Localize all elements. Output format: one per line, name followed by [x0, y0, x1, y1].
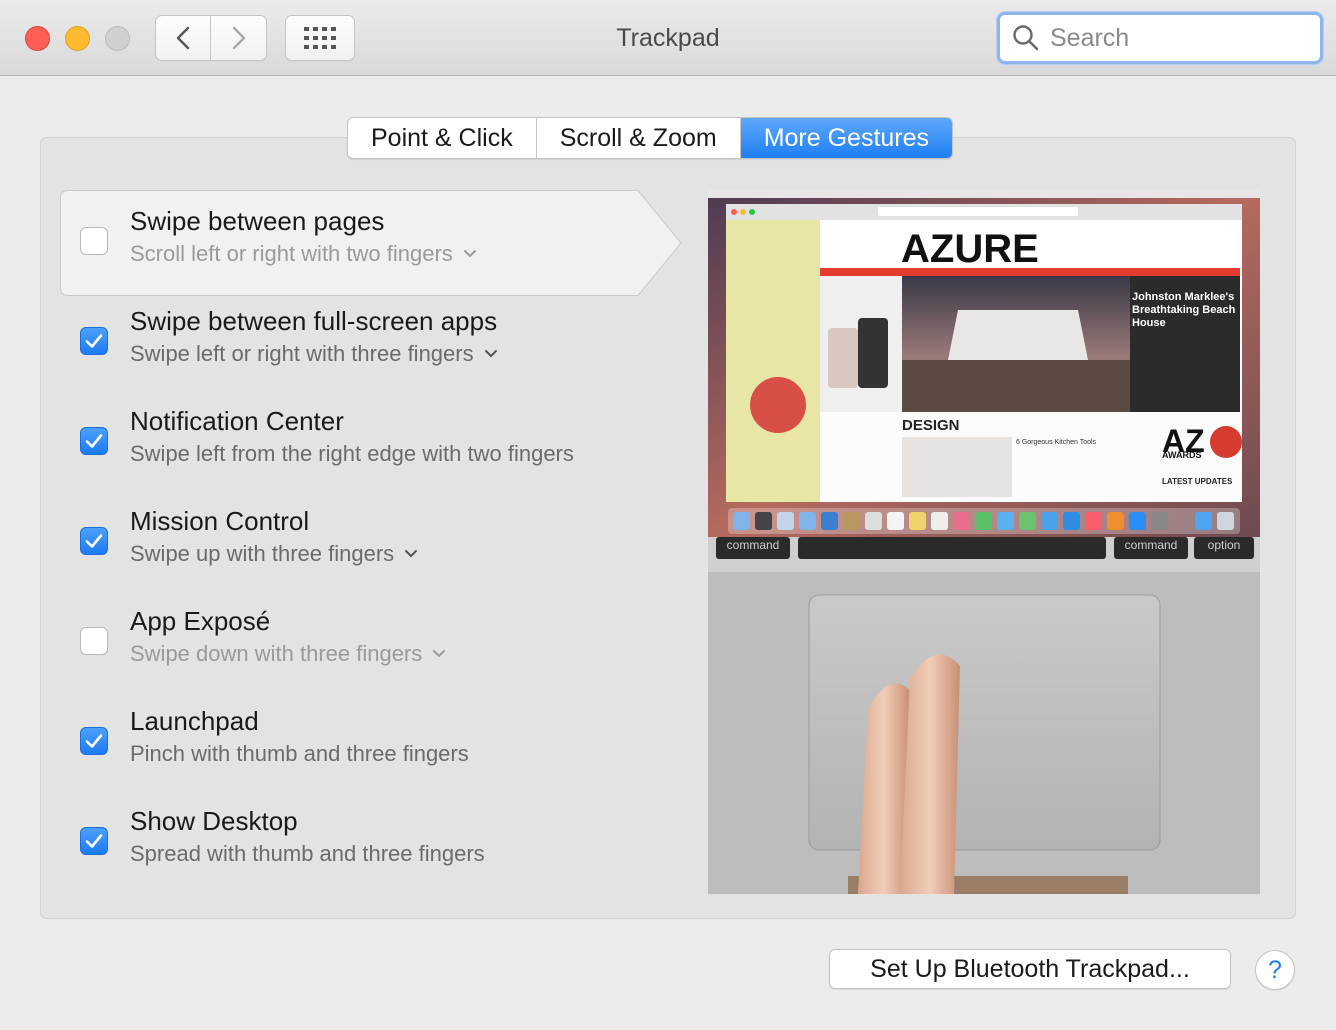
search-field[interactable] [997, 12, 1323, 64]
tab-bar: Point & Click Scroll & Zoom More Gesture… [347, 117, 954, 159]
gesture-title: Show Desktop [130, 806, 298, 836]
checkbox[interactable] [80, 827, 108, 855]
tab-scroll-zoom[interactable]: Scroll & Zoom [536, 118, 741, 158]
command-key-left-label: command [727, 538, 780, 552]
help-button[interactable]: ? [1255, 950, 1295, 990]
checkmark-icon [85, 534, 103, 548]
site-logo: AZURE [901, 227, 1039, 271]
gesture-subtitle: Swipe up with three fingers [130, 541, 395, 566]
latest-updates: LATEST UPDATES [1162, 477, 1233, 486]
gesture-option-menu[interactable]: Swipe up with three fingers [130, 541, 418, 567]
checkbox[interactable] [80, 427, 108, 455]
left-page-image [726, 220, 820, 502]
checkbox[interactable] [80, 227, 108, 255]
trackpad [808, 594, 1161, 851]
gesture-swipe-between-pages[interactable]: Swipe between pages Scroll left or right… [80, 190, 660, 270]
space-bar [798, 537, 1106, 559]
gesture-subtitle: Spread with thumb and three fingers [130, 841, 485, 866]
option-key-label: option [1208, 538, 1241, 552]
tab-point-click[interactable]: Point & Click [348, 118, 537, 158]
chevron-down-icon [484, 350, 497, 358]
gesture-launchpad[interactable]: Launchpad Pinch with thumb and three fin… [80, 690, 660, 770]
gesture-title: Launchpad [130, 706, 259, 736]
chevron-down-icon [405, 550, 418, 558]
gesture-subtitle: Pinch with thumb and three fingers [130, 741, 469, 766]
gesture-title: App Exposé [130, 606, 271, 636]
command-key-right-label: command [1125, 538, 1178, 552]
gesture-option-menu[interactable]: Swipe down with three fingers [130, 641, 446, 667]
preview-illustration: AZURE Johnston Marklee's Breathtaking Be… [708, 190, 1260, 894]
title-bar: Trackpad [0, 0, 1336, 76]
checkbox[interactable] [80, 527, 108, 555]
gesture-title: Notification Center [130, 406, 344, 436]
gesture-title: Swipe between pages [130, 206, 385, 236]
gesture-option-menu[interactable]: Scroll left or right with two fingers [130, 241, 477, 267]
set-up-bluetooth-trackpad-button[interactable]: Set Up Bluetooth Trackpad... [829, 949, 1231, 989]
checkbox[interactable] [80, 727, 108, 755]
checkmark-icon [85, 734, 103, 748]
gesture-subtitle: Swipe left or right with three fingers [130, 341, 474, 366]
gesture-show-desktop[interactable]: Show Desktop Spread with thumb and three… [80, 790, 660, 870]
checkmark-icon [85, 834, 103, 848]
tab-more-gestures[interactable]: More Gestures [740, 118, 953, 158]
gesture-preview: AZURE Johnston Marklee's Breathtaking Be… [708, 190, 1260, 894]
chevron-down-icon [463, 250, 476, 258]
gesture-subtitle: Scroll left or right with two fingers [130, 241, 453, 266]
gesture-app-expose[interactable]: App Exposé Swipe down with three fingers [80, 590, 660, 670]
article-title: 6 Gorgeous Kitchen Tools [1016, 439, 1097, 446]
gesture-title: Mission Control [130, 506, 310, 536]
gesture-notification-center[interactable]: Notification Center Swipe left from the … [80, 390, 660, 470]
search-input[interactable] [1048, 22, 1302, 54]
chevron-down-icon [433, 650, 446, 658]
checkmark-icon [85, 334, 103, 348]
gesture-title: Swipe between full-screen apps [130, 306, 498, 336]
gesture-subtitle: Swipe left from the right edge with two … [130, 441, 574, 466]
gesture-swipe-between-full-screen-apps[interactable]: Swipe between full-screen apps Swipe lef… [80, 290, 660, 370]
checkmark-icon [85, 434, 103, 448]
checkbox[interactable] [80, 327, 108, 355]
gesture-subtitle: Swipe down with three fingers [130, 641, 423, 666]
checkbox[interactable] [80, 627, 108, 655]
awards-subtitle: AWARDS [1162, 450, 1202, 460]
section-label: DESIGN [902, 417, 960, 434]
search-icon [1013, 25, 1039, 51]
menu-bar [708, 190, 1260, 198]
gesture-option-menu[interactable]: Swipe left or right with three fingers [130, 341, 498, 367]
gesture-mission-control[interactable]: Mission Control Swipe up with three fing… [80, 490, 660, 570]
